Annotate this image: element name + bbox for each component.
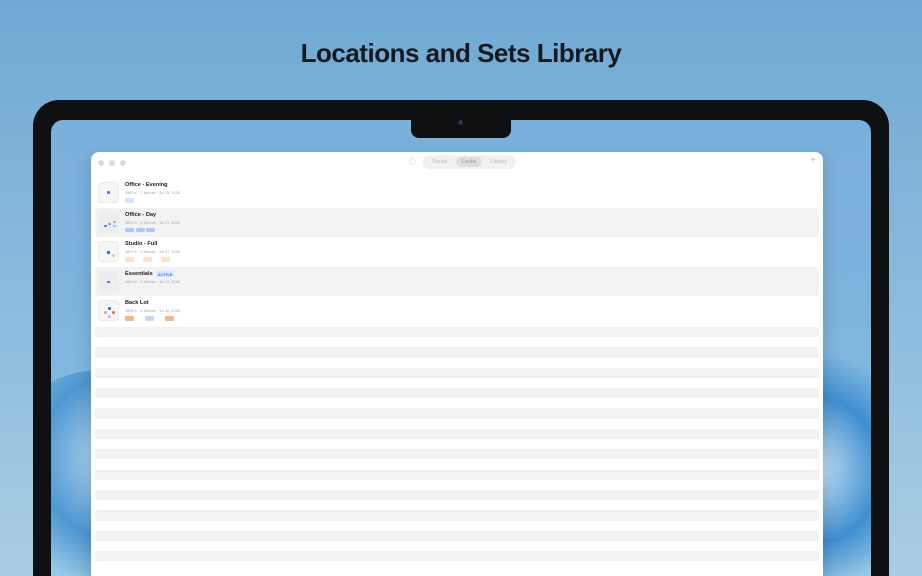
empty-row (95, 347, 819, 358)
empty-rows (91, 326, 823, 562)
lightbulb-icon[interactable]: ◯ (409, 158, 416, 165)
fixture-dot (112, 311, 115, 314)
fixture-chip (125, 227, 134, 233)
empty-row (95, 388, 819, 399)
fixture-chip (165, 316, 174, 321)
close-window-button[interactable] (98, 160, 104, 166)
look-name: Studio - Full (125, 241, 158, 248)
list-item[interactable]: Office - Day 5691 K · 6 fixtures · Jul 2… (95, 207, 819, 238)
look-name: Office - Day (125, 211, 157, 218)
fixture-dot (107, 191, 110, 194)
look-meta: 6900 K · 3 fixtures · Jul 27, 2026 (125, 279, 180, 284)
tab-studio[interactable]: Studio (426, 157, 454, 167)
look-thumbnail (98, 270, 119, 292)
tab-library[interactable]: Library (484, 157, 513, 167)
fixture-chips (125, 257, 180, 262)
empty-row (95, 551, 819, 562)
look-meta: 3800 K · 3 fixtures · Jul 27, 2026 (125, 250, 180, 255)
empty-row (95, 489, 819, 501)
fixture-chip (135, 227, 145, 233)
fixture-chip (161, 257, 170, 262)
fixture-chips (125, 316, 180, 321)
fixture-dot (108, 222, 111, 226)
add-button[interactable]: + (810, 156, 816, 166)
empty-row (95, 367, 819, 378)
look-meta: 5691 K · 6 fixtures · Jul 27, 2026 (125, 220, 180, 225)
fixture-chip (146, 227, 155, 233)
fixture-chip (145, 316, 154, 321)
view-tabs: ◯ Studio Looks Library (409, 155, 517, 169)
fixture-dot (107, 280, 110, 284)
fixture-dot (113, 220, 116, 224)
empty-row (95, 530, 819, 541)
minimize-window-button[interactable] (109, 160, 115, 166)
look-name: Back Lot (125, 300, 149, 307)
camera-notch (411, 120, 511, 138)
look-name: Essentials (125, 270, 153, 277)
look-meta: 4608 K · 3 fixtures · Jul 30, 2026 (125, 309, 180, 314)
fixture-dot (108, 307, 111, 310)
fixture-dot (104, 224, 107, 228)
laptop-screen: ◯ Studio Looks Library + Office - Evenin… (51, 120, 871, 576)
look-meta: 4983 K · 1 fixtures · Jul 25, 2026 (125, 191, 180, 195)
empty-row (95, 326, 819, 338)
fixture-chip (143, 257, 152, 262)
looks-list: Office - Evening 4983 K · 1 fixtures · J… (91, 174, 823, 326)
look-thumbnail (98, 241, 119, 263)
empty-row (95, 449, 819, 460)
look-thumbnail (98, 211, 119, 233)
list-item[interactable]: Essentials ACTIVE 6900 K · 3 fixtures · … (95, 266, 819, 297)
camera-icon (458, 120, 463, 125)
fixture-chips (125, 198, 180, 203)
list-item[interactable]: Back Lot 4608 K · 3 fixtures · Jul 30, 2… (95, 296, 819, 326)
empty-row (95, 469, 819, 480)
empty-row (95, 510, 819, 521)
hero-title: Locations and Sets Library (300, 38, 622, 68)
list-item[interactable]: Office - Evening 4983 K · 1 fixtures · J… (95, 178, 819, 208)
empty-row (95, 428, 819, 440)
fixture-dot (104, 311, 107, 314)
fixture-chip (125, 316, 134, 321)
laptop-frame: ◯ Studio Looks Library + Office - Evenin… (33, 100, 889, 576)
status-badge: ACTIVE (155, 271, 175, 278)
window-titlebar: ◯ Studio Looks Library + (91, 152, 823, 174)
fixture-chip (125, 198, 134, 203)
fixture-chips (125, 227, 180, 233)
app-window: ◯ Studio Looks Library + Office - Evenin… (91, 152, 823, 576)
window-controls (98, 160, 126, 166)
look-thumbnail (98, 182, 119, 203)
look-thumbnail (98, 300, 119, 322)
fixture-chip (125, 257, 134, 262)
list-item[interactable]: Studio - Full 3800 K · 3 fixtures · Jul … (95, 237, 819, 267)
fixture-dot (113, 224, 116, 228)
look-name: Office - Evening (125, 182, 168, 188)
fixture-dot (112, 254, 115, 257)
empty-row (95, 408, 819, 419)
fixture-dot (107, 251, 110, 254)
tab-looks[interactable]: Looks (455, 157, 483, 167)
fixture-dot (108, 315, 111, 318)
zoom-window-button[interactable] (120, 160, 126, 166)
